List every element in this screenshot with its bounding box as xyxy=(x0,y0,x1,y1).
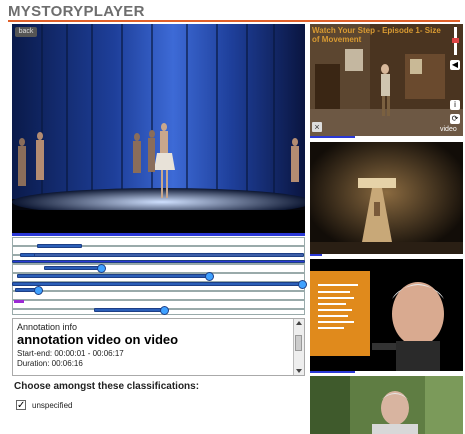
side-video-2-progress[interactable] xyxy=(310,254,322,256)
annotation-marker[interactable] xyxy=(14,300,24,303)
side-video-1[interactable]: Watch Your Step - Episode 1- Size of Mov… xyxy=(310,24,463,136)
annotation-segment[interactable] xyxy=(37,244,82,248)
title-divider xyxy=(8,20,460,22)
info-icon[interactable]: i xyxy=(450,100,460,110)
app-title: MYSTORYPLAYER xyxy=(8,3,145,20)
volume-icon[interactable]: ◀ xyxy=(450,60,460,70)
volume-knob[interactable] xyxy=(452,38,459,43)
side-video-2[interactable] xyxy=(310,142,463,254)
side-video-2-frame xyxy=(310,142,463,254)
side-video-4[interactable] xyxy=(310,376,463,434)
annotation-start-end: Start-end: 00:00:01 - 00:06:17 xyxy=(17,349,124,358)
video-label: video xyxy=(440,126,457,133)
segment-handle[interactable] xyxy=(298,280,307,289)
scroll-down-icon[interactable] xyxy=(296,369,302,373)
segment-handle[interactable] xyxy=(97,264,106,273)
classification-checkbox[interactable]: ✓ xyxy=(16,400,26,411)
classification-prompt: Choose amongst these classifications: xyxy=(14,381,200,392)
annotation-segment[interactable] xyxy=(12,282,302,286)
segment-handle[interactable] xyxy=(34,286,43,295)
close-icon[interactable]: × xyxy=(312,122,322,132)
annotation-title: annotation video on video xyxy=(17,332,179,347)
annotation-timeline[interactable] xyxy=(12,237,307,315)
side-video-3[interactable] xyxy=(310,259,463,371)
main-video-progress[interactable] xyxy=(12,233,305,236)
annotation-segment[interactable] xyxy=(44,266,99,270)
scroll-up-icon[interactable] xyxy=(296,321,302,325)
side-video-1-progress[interactable] xyxy=(310,136,355,138)
back-button[interactable]: back xyxy=(15,27,37,37)
refresh-icon[interactable]: ⟳ xyxy=(450,114,460,124)
annotation-segment[interactable] xyxy=(34,253,304,257)
annotation-segment[interactable] xyxy=(12,260,305,263)
scroll-thumb[interactable] xyxy=(295,335,302,351)
annotation-scrollbar[interactable] xyxy=(293,319,304,375)
side-video-4-frame xyxy=(310,376,463,434)
timeline-lane xyxy=(12,291,305,300)
main-video-frame xyxy=(12,24,305,234)
annotation-segment[interactable] xyxy=(94,308,164,312)
annotation-info-panel: Annotation info annotation video on vide… xyxy=(12,318,305,376)
segment-handle[interactable] xyxy=(205,272,214,281)
main-video-player[interactable] xyxy=(12,24,305,234)
classification-option-label[interactable]: unspecified xyxy=(32,401,72,410)
side-video-1-title: Watch Your Step - Episode 1- Size of Mov… xyxy=(312,26,441,44)
annotation-duration: Duration: 00:06:16 xyxy=(17,359,83,368)
side-video-3-frame xyxy=(310,259,463,371)
segment-handle[interactable] xyxy=(160,306,169,315)
annotation-segment[interactable] xyxy=(17,274,207,278)
annotation-info-label: Annotation info xyxy=(17,322,78,332)
side-video-3-progress[interactable] xyxy=(310,371,355,373)
